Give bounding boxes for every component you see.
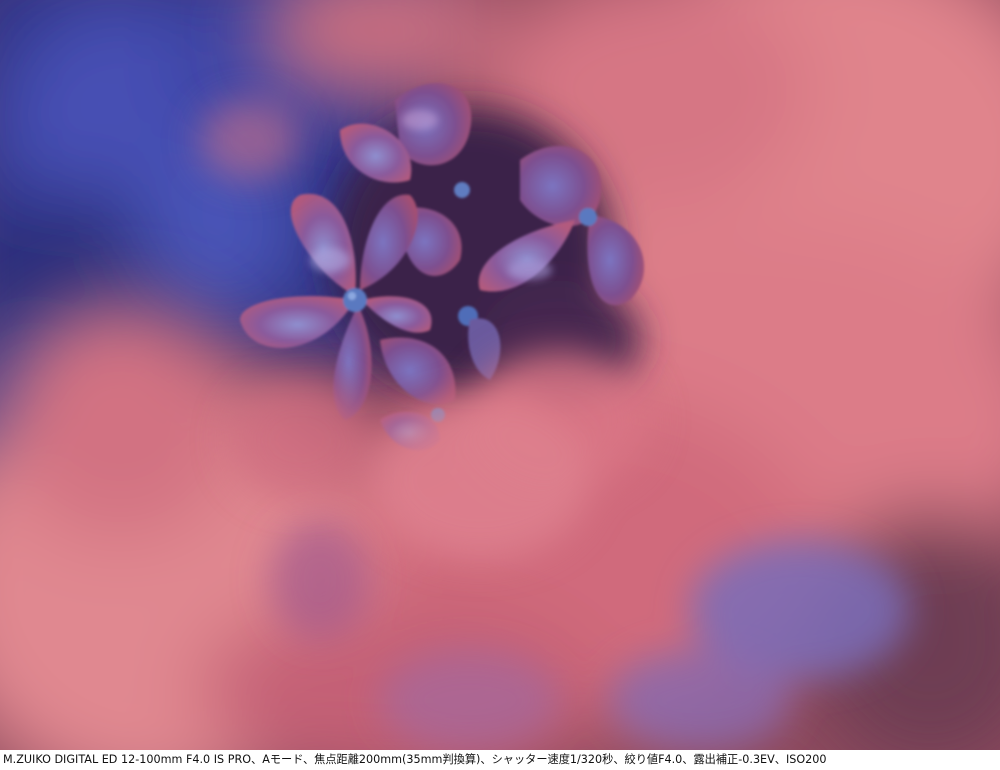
photo-illustration	[0, 0, 1000, 750]
caption-bar: M.ZUIKO DIGITAL ED 12-100mm F4.0 IS PRO、…	[0, 750, 1000, 770]
photo-frame: M.ZUIKO DIGITAL ED 12-100mm F4.0 IS PRO、…	[0, 0, 1000, 770]
hydrangea-photo	[0, 0, 1000, 750]
camera-settings-caption: M.ZUIKO DIGITAL ED 12-100mm F4.0 IS PRO、…	[3, 753, 827, 766]
